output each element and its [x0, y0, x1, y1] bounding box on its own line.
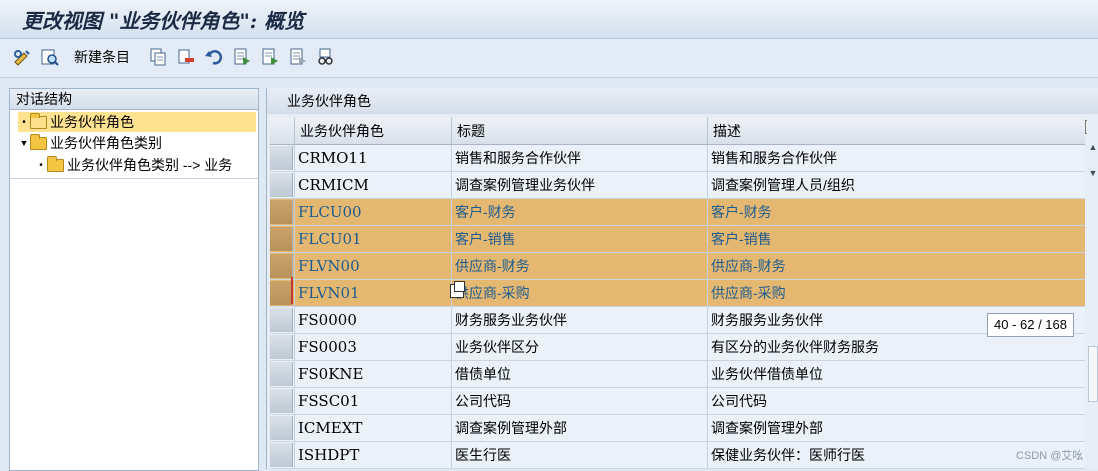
select-all-column-cell[interactable] [270, 118, 294, 144]
tree-divider [10, 178, 258, 179]
print-icon[interactable] [316, 46, 336, 68]
tree-node-bp-role-category[interactable]: ▼ 业务伙伴角色类别 [18, 133, 162, 153]
cell-role[interactable]: FS0KNE [294, 361, 451, 387]
cell-description[interactable]: 客户-销售 [707, 226, 1085, 252]
folder-icon [47, 155, 64, 172]
cell-title[interactable]: 客户-销售 [451, 226, 707, 252]
row-selector-button[interactable] [270, 389, 293, 413]
select-all-icon[interactable] [232, 46, 252, 68]
cell-role[interactable]: ICMEXT [294, 415, 451, 441]
cell-role[interactable]: FLCU00 [294, 199, 451, 225]
cell-role[interactable]: ISHDPT [294, 442, 451, 468]
delete-icon[interactable] [176, 46, 196, 68]
table-row[interactable]: FLCU00 客户-财务 客户-财务 [270, 199, 1085, 226]
cell-description[interactable]: 客户-财务 [707, 199, 1085, 225]
cell-description[interactable]: 业务伙伴借债单位 [707, 361, 1085, 387]
table-row[interactable]: FS0KNE 借债单位 业务伙伴借债单位 [270, 361, 1085, 388]
scroll-down-icon[interactable]: ▼ [1087, 168, 1098, 182]
table-row[interactable]: FS0003 业务伙伴区分 有区分的业务伙伴财务服务 [270, 334, 1085, 361]
cell-title[interactable]: 公司代码 [451, 388, 707, 414]
cell-description[interactable]: 销售和服务合作伙伴 [707, 145, 1085, 171]
table-row[interactable]: FSSC01 公司代码 公司代码 [270, 388, 1085, 415]
folder-open-icon [30, 112, 47, 129]
row-selector-button[interactable] [270, 308, 293, 332]
details-icon[interactable] [40, 46, 60, 68]
row-selector-button[interactable] [270, 200, 293, 224]
cell-title[interactable]: 医生行医 [451, 442, 707, 468]
vertical-scrollbar[interactable]: ▲ ▼ [1087, 118, 1098, 469]
tree-node-label: 业务伙伴角色类别 --> 业务 [67, 157, 233, 173]
column-header-title[interactable]: 标题 [451, 118, 707, 144]
table-row[interactable]: CRMO11 销售和服务合作伙伴 销售和服务合作伙伴 [270, 145, 1085, 172]
cell-role[interactable]: FS0000 [294, 307, 451, 333]
table-panel-title: 业务伙伴角色 [267, 88, 1098, 114]
table-row[interactable]: FLVN00 供应商-财务 供应商-财务 [270, 253, 1085, 280]
cell-title[interactable]: 调查案例管理业务伙伴 [451, 172, 707, 198]
folder-icon [30, 133, 47, 150]
cell-title[interactable]: 供应商-采购 [451, 280, 707, 306]
table-row[interactable]: ICMEXT 调查案例管理外部 调查案例管理外部 [270, 415, 1085, 442]
bullet-icon: • [39, 159, 43, 171]
tree-node-bp-role-category-mapping[interactable]: • 业务伙伴角色类别 --> 业务 [35, 155, 257, 175]
focused-cell-marker [291, 277, 451, 304]
watermark: CSDN @艾吆 [1016, 450, 1084, 462]
undo-icon[interactable] [204, 46, 224, 68]
cell-role[interactable]: FLCU01 [294, 226, 451, 252]
cell-role[interactable]: FLVN00 [294, 253, 451, 279]
row-selector-button[interactable] [270, 254, 293, 278]
row-selector-button[interactable] [270, 227, 293, 251]
window-title: 更改视图 "业务伙伴角色": 概览 [22, 9, 305, 33]
copy-cursor-icon [450, 281, 465, 298]
table-header-row: 业务伙伴角色 标题 描述 [270, 118, 1085, 145]
row-selector-button[interactable] [270, 146, 293, 170]
expand-arrow-icon[interactable]: ▼ [18, 138, 30, 148]
cell-description[interactable]: 调查案例管理外部 [707, 415, 1085, 441]
row-selector-button[interactable] [270, 443, 293, 467]
bullet-icon: • [22, 116, 26, 128]
cell-role[interactable]: FS0003 [294, 334, 451, 360]
scroll-up-icon[interactable]: ▲ [1087, 142, 1098, 156]
cell-title[interactable]: 供应商-财务 [451, 253, 707, 279]
cell-title[interactable]: 销售和服务合作伙伴 [451, 145, 707, 171]
row-selector-button[interactable] [270, 362, 293, 386]
copy-icon[interactable] [148, 46, 168, 68]
row-selector-button[interactable] [270, 335, 293, 359]
separator [0, 78, 1098, 88]
row-selector-button[interactable] [270, 416, 293, 440]
cell-title[interactable]: 客户-财务 [451, 199, 707, 225]
table-row[interactable]: FLCU01 客户-销售 客户-销售 [270, 226, 1085, 253]
deselect-all-icon[interactable] [288, 46, 308, 68]
application-toolbar: 新建条目 [0, 39, 1098, 78]
cell-description[interactable]: 供应商-财务 [707, 253, 1085, 279]
tree-node-label: 业务伙伴角色类别 [50, 135, 162, 151]
scroll-position-tooltip: 40 - 62 / 168 [987, 313, 1074, 337]
column-header-role[interactable]: 业务伙伴角色 [294, 118, 451, 144]
cell-role[interactable]: FSSC01 [294, 388, 451, 414]
table-row[interactable]: FS0000 财务服务业务伙伴 财务服务业务伙伴 [270, 307, 1085, 334]
cell-title[interactable]: 业务伙伴区分 [451, 334, 707, 360]
tree-node-label: 业务伙伴角色 [50, 114, 134, 130]
cell-title[interactable]: 调查案例管理外部 [451, 415, 707, 441]
scroll-thumb[interactable] [1088, 346, 1098, 402]
cell-description[interactable]: 调查案例管理人员/组织 [707, 172, 1085, 198]
select-block-icon[interactable] [260, 46, 280, 68]
column-header-description[interactable]: 描述 [707, 118, 1085, 144]
title-bar: 更改视图 "业务伙伴角色": 概览 [0, 0, 1098, 39]
cell-description[interactable]: 公司代码 [707, 388, 1085, 414]
table-row[interactable]: ISHDPT 医生行医 保健业务伙伴：医师行医 [270, 442, 1085, 469]
cell-description[interactable]: 供应商-采购 [707, 280, 1085, 306]
table-row[interactable]: CRMICM 调查案例管理业务伙伴 调查案例管理人员/组织 [270, 172, 1085, 199]
cell-title[interactable]: 财务服务业务伙伴 [451, 307, 707, 333]
dialog-structure-panel: 对话结构 • 业务伙伴角色 ▼ 业务伙伴角色类别 • 业务伙伴角色类别 --> … [9, 88, 259, 471]
row-selector-button[interactable] [270, 281, 293, 305]
cell-role[interactable]: CRMO11 [294, 145, 451, 171]
new-entries-button[interactable]: 新建条目 [74, 46, 130, 68]
cell-title[interactable]: 借债单位 [451, 361, 707, 387]
tree-node-bp-role[interactable]: • 业务伙伴角色 [18, 112, 256, 132]
cell-description[interactable]: 有区分的业务伙伴财务服务 [707, 334, 1085, 360]
cell-role[interactable]: CRMICM [294, 172, 451, 198]
row-selector-button[interactable] [270, 173, 293, 197]
dialog-structure-header: 对话结构 [10, 89, 258, 110]
display-change-icon[interactable] [12, 46, 32, 68]
